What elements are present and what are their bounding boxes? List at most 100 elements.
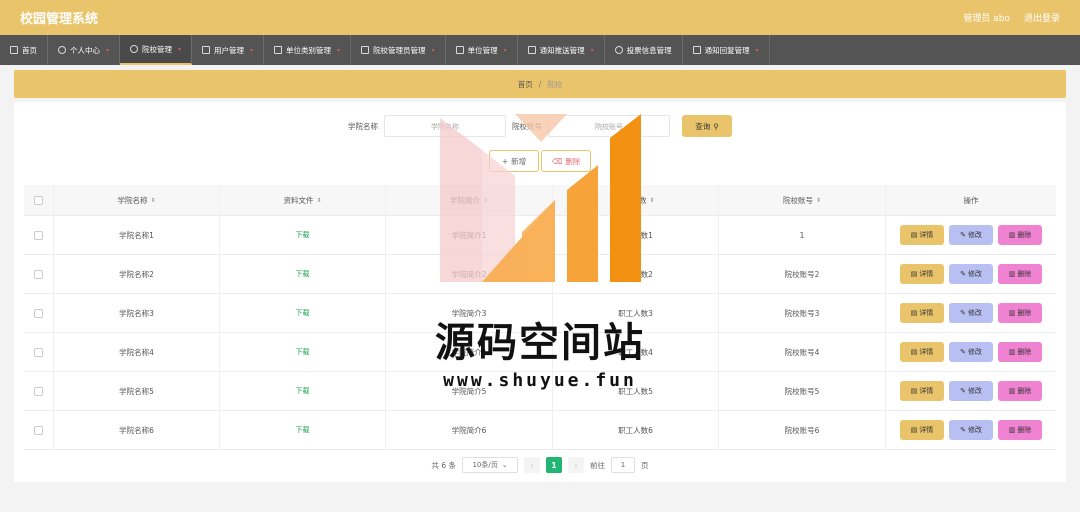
- delete-label: 删除: [1017, 270, 1032, 278]
- trash-icon: ▥: [1008, 387, 1016, 395]
- trash-icon: ▥: [1008, 348, 1016, 356]
- select-all-checkbox[interactable]: [34, 195, 43, 205]
- column-header[interactable]: 学院名称 ⬍: [54, 185, 220, 215]
- column-header[interactable]: 学院简介 ⬍: [386, 185, 553, 215]
- detail-button[interactable]: ▤ 详情: [900, 381, 944, 401]
- nav-item-4[interactable]: 单位类别管理 ▾: [264, 35, 352, 65]
- query-button[interactable]: 查询 ⚲: [682, 115, 732, 137]
- nav-item-2[interactable]: 院校管理 ▾: [120, 35, 193, 65]
- logout-link[interactable]: 退出登录: [1024, 11, 1060, 24]
- row-checkbox-cell: [24, 216, 54, 254]
- nav-item-5[interactable]: 院校管理员管理 ▾: [351, 35, 446, 65]
- delete-button[interactable]: ▥ 删除: [998, 225, 1042, 245]
- compass-icon: [614, 46, 623, 54]
- main-nav: 首页 个人中心 ▾ 院校管理 ▾ 用户管理 ▾ 单位类别管理 ▾ 院校管理员管理 ▾ 单位管理 ▾ 通知推…: [0, 35, 1080, 65]
- column-header: 操作: [886, 185, 1056, 215]
- row-checkbox[interactable]: [34, 425, 43, 435]
- delete-button[interactable]: ▥ 删除: [998, 420, 1042, 440]
- image-icon: [527, 46, 536, 54]
- college-account-label: 院校账号: [512, 121, 542, 131]
- page-size-select[interactable]: 10条/页 ⌄: [462, 457, 519, 473]
- nav-item-6[interactable]: 单位管理 ▾: [446, 35, 518, 65]
- delete-button[interactable]: ▥ 删除: [998, 264, 1042, 284]
- edit-button[interactable]: ✎ 修改: [949, 264, 993, 284]
- edit-label: 修改: [967, 270, 982, 278]
- download-link[interactable]: 下载: [296, 230, 310, 240]
- cell-file: 下载: [220, 411, 386, 449]
- batch-delete-button[interactable]: ⌫ 删除: [541, 150, 591, 172]
- column-header[interactable]: 院校账号 ⬍: [719, 185, 886, 215]
- prev-page-button[interactable]: ‹: [524, 457, 541, 473]
- edit-button[interactable]: ✎ 修改: [949, 381, 993, 401]
- monitor-icon: [455, 46, 464, 54]
- sort-icon[interactable]: ⬍: [150, 197, 155, 204]
- caret-down-icon: ▾: [590, 46, 594, 54]
- next-page-button[interactable]: ›: [568, 457, 585, 473]
- breadcrumb-home[interactable]: 首页: [518, 79, 533, 90]
- detail-label: 详情: [919, 426, 934, 434]
- row-checkbox[interactable]: [34, 308, 43, 318]
- delete-button[interactable]: ▥ 删除: [998, 342, 1042, 362]
- row-checkbox[interactable]: [34, 386, 43, 396]
- cell-operations: ▤ 详情 ✎ 修改 ▥ 删除: [886, 216, 1056, 254]
- sort-icon[interactable]: ⬍: [483, 197, 488, 204]
- nav-item-3[interactable]: 用户管理 ▾: [192, 35, 265, 65]
- action-bar: + 新增 ⌫ 删除: [14, 150, 1066, 172]
- college-name-input[interactable]: 学院名称: [384, 115, 506, 137]
- college-account-input[interactable]: 院校账号: [548, 115, 670, 137]
- page-number-current[interactable]: 1: [546, 457, 563, 473]
- sort-icon[interactable]: ⬍: [816, 197, 821, 204]
- column-header[interactable]: 职工人数 ⬍: [553, 185, 719, 215]
- pencil-icon: ✎: [960, 270, 966, 278]
- nav-item-1[interactable]: 个人中心 ▾: [48, 35, 121, 65]
- row-checkbox[interactable]: [34, 230, 43, 240]
- column-header-label: 操作: [963, 195, 979, 205]
- nav-item-0[interactable]: 首页: [0, 35, 48, 65]
- caret-down-icon: ▾: [755, 46, 759, 54]
- delete-label: 删除: [1017, 309, 1032, 317]
- delete-button[interactable]: ▥ 删除: [998, 381, 1042, 401]
- query-button-label: 查询: [695, 121, 711, 131]
- download-link[interactable]: 下载: [296, 386, 310, 396]
- column-header-label: 资料文件: [283, 195, 314, 205]
- cell-college-name: 学院名称3: [54, 294, 220, 332]
- document-icon: ▤: [910, 270, 918, 278]
- top-header: 校园管理系统 管理员 abo 退出登录: [0, 0, 1080, 35]
- nav-item-8[interactable]: 投票信息管理: [605, 35, 683, 65]
- sort-icon[interactable]: ⬍: [316, 197, 321, 204]
- edit-button[interactable]: ✎ 修改: [949, 303, 993, 323]
- pencil-icon: ✎: [960, 387, 966, 395]
- download-link[interactable]: 下载: [296, 269, 310, 279]
- nav-item-7[interactable]: 通知推送管理 ▾: [518, 35, 605, 65]
- nav-item-label: 用户管理: [214, 45, 245, 55]
- edit-button[interactable]: ✎ 修改: [949, 420, 993, 440]
- cell-college-name: 学院名称1: [54, 216, 220, 254]
- nav-item-label: 院校管理员管理: [373, 45, 426, 55]
- detail-label: 详情: [919, 270, 934, 278]
- download-link[interactable]: 下载: [296, 347, 310, 357]
- download-link[interactable]: 下载: [296, 308, 310, 318]
- row-checkbox[interactable]: [34, 269, 43, 279]
- edit-button[interactable]: ✎ 修改: [949, 342, 993, 362]
- nav-item-label: 个人中心: [70, 45, 100, 55]
- admin-name: 管理员 abo: [963, 14, 1010, 24]
- detail-button[interactable]: ▤ 详情: [900, 264, 944, 284]
- cell-file: 下载: [220, 294, 386, 332]
- column-header[interactable]: 资料文件 ⬍: [220, 185, 386, 215]
- edit-button[interactable]: ✎ 修改: [949, 225, 993, 245]
- sort-icon[interactable]: ⬍: [649, 197, 654, 204]
- goto-page-input[interactable]: 1: [611, 457, 636, 473]
- user-icon: [58, 46, 66, 54]
- delete-button[interactable]: ▥ 删除: [998, 303, 1042, 323]
- nav-item-9[interactable]: 通知回复管理 ▾: [683, 35, 770, 65]
- row-checkbox[interactable]: [34, 347, 43, 357]
- edit-label: 修改: [967, 309, 982, 317]
- detail-button[interactable]: ▤ 详情: [900, 225, 944, 245]
- detail-button[interactable]: ▤ 详情: [900, 420, 944, 440]
- detail-button[interactable]: ▤ 详情: [900, 303, 944, 323]
- add-button[interactable]: + 新增: [489, 150, 539, 172]
- detail-button[interactable]: ▤ 详情: [900, 342, 944, 362]
- download-link[interactable]: 下载: [296, 425, 310, 435]
- caret-down-icon: ▾: [106, 46, 110, 54]
- cell-college-name: 学院名称5: [54, 372, 220, 410]
